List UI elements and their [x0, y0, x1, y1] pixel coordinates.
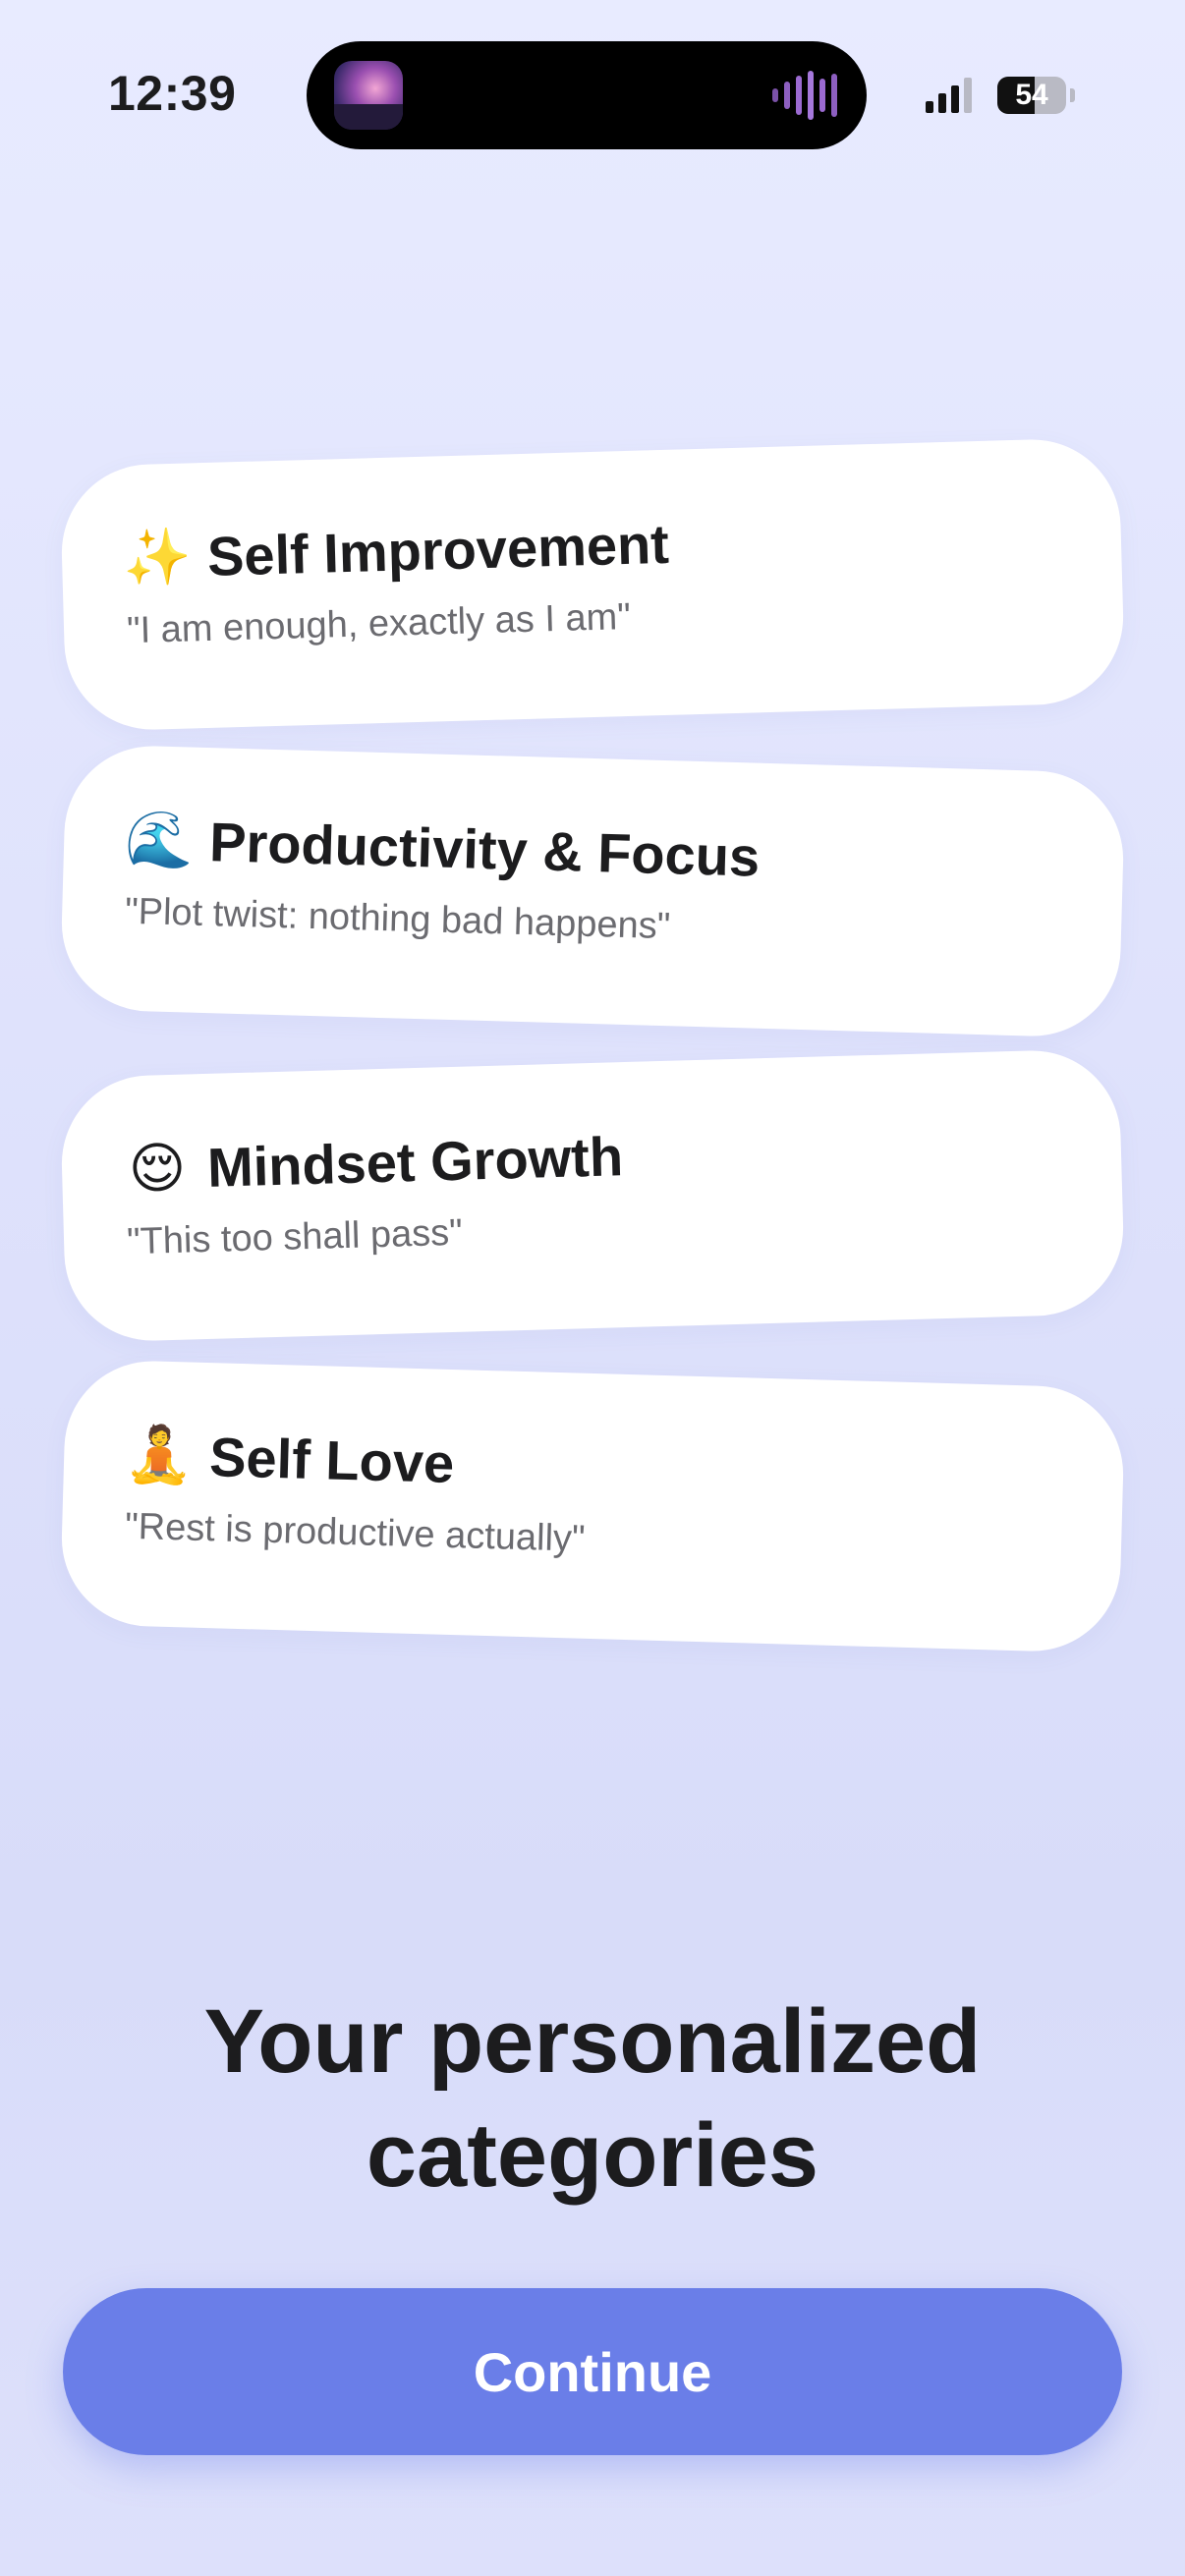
category-card-self-love[interactable]: 🧘 Self Love "Rest is productive actually… — [59, 1359, 1126, 1653]
category-title: 🌊 Productivity & Focus — [124, 807, 761, 889]
category-title-text: Mindset Growth — [206, 1124, 624, 1199]
category-card-mindset-growth[interactable]: 😌 Mindset Growth "This too shall pass" — [59, 1048, 1126, 1343]
now-playing-app-icon — [334, 61, 403, 130]
category-title-text: Productivity & Focus — [208, 810, 762, 888]
relieved-face-icon: 😌 — [127, 1136, 188, 1201]
category-quote: "Plot twist: nothing bad happens" — [124, 890, 671, 948]
category-quote: "Rest is productive actually" — [124, 1505, 587, 1560]
category-quote: "This too shall pass" — [126, 1211, 464, 1263]
status-time: 12:39 — [108, 66, 237, 121]
battery-level: 54 — [1015, 79, 1048, 111]
battery-cap — [1070, 88, 1075, 102]
meditation-icon: 🧘 — [124, 1422, 196, 1486]
cellular-signal-icon — [926, 78, 972, 113]
category-title-text: Self Love — [208, 1425, 456, 1494]
page-title-line-1: Your personalized — [203, 1991, 982, 2092]
category-card-self-improvement[interactable]: ✨ Self Improvement "I am enough, exactly… — [59, 437, 1126, 732]
audio-waveform-icon — [772, 71, 837, 120]
category-card-productivity-focus[interactable]: 🌊 Productivity & Focus "Plot twist: noth… — [59, 744, 1126, 1038]
wave-icon: 🌊 — [124, 807, 196, 871]
sparkles-icon: ✨ — [122, 525, 193, 589]
category-title: ✨ Self Improvement — [122, 511, 670, 590]
continue-button[interactable]: Continue — [63, 2288, 1122, 2455]
dynamic-island[interactable] — [307, 41, 867, 149]
page-title: Your personalized categories — [98, 1985, 1087, 2212]
page-title-line-2: categories — [366, 2105, 819, 2206]
category-title: 😌 Mindset Growth — [122, 1123, 624, 1202]
category-title-text: Self Improvement — [206, 512, 670, 588]
battery-icon: 54 — [997, 77, 1066, 114]
category-title: 🧘 Self Love — [124, 1422, 455, 1495]
category-quote: "I am enough, exactly as I am" — [126, 595, 632, 652]
status-indicators: 54 — [926, 77, 1075, 114]
